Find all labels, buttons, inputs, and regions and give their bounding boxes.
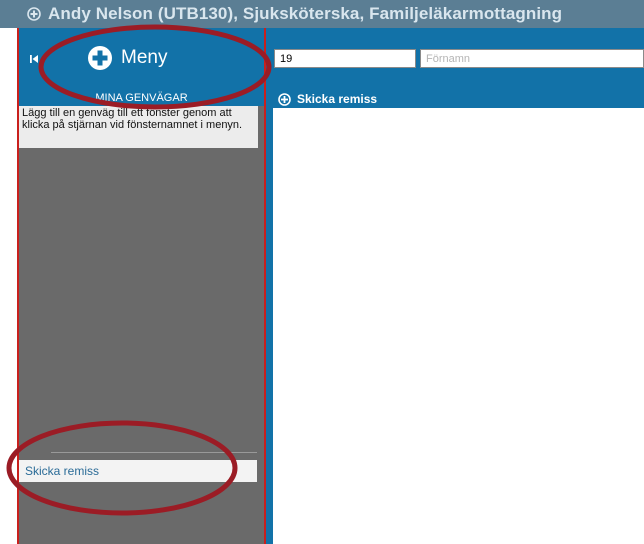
title-bar: Andy Nelson (UTB130), Sjuksköterska, Fam…	[0, 0, 644, 28]
window-title-skicka-remiss: Skicka remiss	[297, 92, 378, 106]
patient-search-bar	[266, 28, 644, 90]
menu-header: Meny	[19, 28, 264, 90]
window-body	[273, 108, 644, 544]
plus-circle-icon	[88, 46, 112, 70]
window-title: Andy Nelson (UTB130), Sjuksköterska, Fam…	[48, 4, 563, 23]
fornamn-input[interactable]	[420, 49, 644, 68]
shortcuts-title: MINA GENVÄGAR	[19, 90, 264, 106]
shortcuts-panel: MINA GENVÄGAR Lägg till en genväg till e…	[19, 90, 264, 544]
window-header: Skicka remiss	[266, 90, 644, 108]
skicka-remiss-window: Skicka remiss	[266, 90, 644, 544]
application-frame: Andy Nelson (UTB130), Sjuksköterska, Fam…	[0, 0, 644, 544]
shortcut-item-skicka-remiss[interactable]: Skicka remiss	[19, 460, 257, 482]
personnummer-input[interactable]	[274, 49, 416, 68]
menu-label: Meny	[121, 47, 168, 68]
collapse-left-icon[interactable]	[27, 52, 41, 66]
divider	[51, 452, 257, 453]
menu-button[interactable]: Meny	[87, 40, 167, 76]
plus-circle-icon	[27, 7, 41, 21]
shortcuts-hint: Lägg till en genväg till ett fönster gen…	[19, 106, 258, 148]
plus-circle-icon	[278, 92, 291, 106]
